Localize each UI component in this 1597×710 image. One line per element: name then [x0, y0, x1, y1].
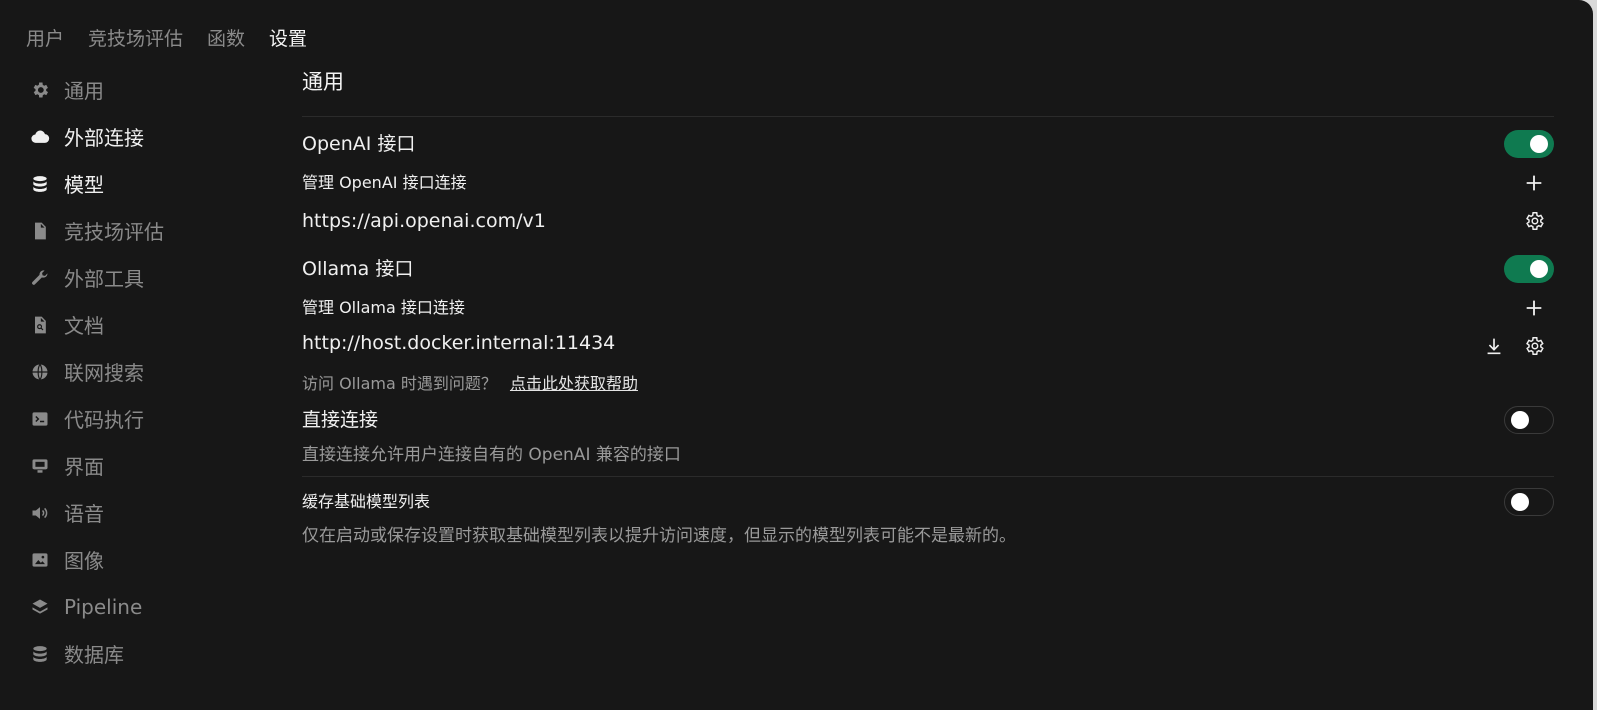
- ollama-url: http://host.docker.internal:11434: [302, 332, 616, 354]
- sidebar-item-general[interactable]: 通用: [30, 66, 260, 113]
- ollama-title: Ollama 接口: [302, 258, 414, 280]
- sidebar-item-tools[interactable]: 外部工具: [30, 254, 260, 301]
- sidebar-item-label: 外部连接: [64, 126, 144, 150]
- sidebar-item-label: Pipeline: [64, 594, 143, 619]
- sidebar-item-label: 数据库: [64, 643, 124, 667]
- sidebar-item-web-search[interactable]: 联网搜索: [30, 348, 260, 395]
- ollama-help-row: 访问 Ollama 时遇到问题？ 点击此处获取帮助: [302, 370, 1554, 393]
- layers-icon: [30, 597, 50, 617]
- plus-icon: [1526, 300, 1542, 316]
- image-icon: [30, 550, 50, 570]
- add-ollama-connection-button[interactable]: [1522, 296, 1546, 320]
- openai-connection-settings-button[interactable]: [1522, 209, 1546, 233]
- direct-connections-title: 直接连接: [302, 409, 379, 431]
- openai-url: https://api.openai.com/v1: [302, 210, 546, 232]
- sidebar-item-interface[interactable]: 界面: [30, 442, 260, 489]
- sidebar-item-label: 通用: [64, 79, 104, 103]
- cache-model-list-title: 缓存基础模型列表: [302, 492, 431, 511]
- gear-icon: [30, 80, 50, 100]
- ollama-section-header: Ollama 接口: [302, 255, 1554, 283]
- sidebar-item-database[interactable]: 数据库: [30, 630, 260, 677]
- sidebar-item-label: 竞技场评估: [64, 220, 164, 244]
- ollama-download-button[interactable]: [1482, 334, 1506, 358]
- terminal-icon: [30, 409, 50, 429]
- direct-connections-desc: 直接连接允许用户连接自有的 OpenAI 兼容的接口: [302, 445, 681, 465]
- sidebar-item-code-exec[interactable]: 代码执行: [30, 395, 260, 442]
- sidebar-item-models[interactable]: 模型: [30, 160, 260, 207]
- sidebar-item-label: 联网搜索: [64, 361, 144, 385]
- sidebar-item-documents[interactable]: 文档: [30, 301, 260, 348]
- settings-panel: 用户 竞技场评估 函数 设置 通用 外部连接 模型 竞技场评估 外部工具 文档 …: [0, 0, 1593, 710]
- sidebar-item-images[interactable]: 图像: [30, 536, 260, 583]
- sidebar-item-arena[interactable]: 竞技场评估: [30, 207, 260, 254]
- toggle-knob: [1511, 411, 1529, 429]
- divider: [302, 476, 1554, 477]
- nav-tab-users[interactable]: 用户: [26, 24, 64, 51]
- ollama-manage-label: 管理 Ollama 接口连接: [302, 298, 465, 317]
- settings-main: 通用: [302, 68, 1554, 96]
- page-title: 通用: [302, 70, 344, 94]
- database-icon: [30, 644, 50, 664]
- divider: [302, 116, 1554, 117]
- sidebar-item-audio[interactable]: 语音: [30, 489, 260, 536]
- nav-tab-functions[interactable]: 函数: [207, 24, 245, 51]
- add-openai-connection-button[interactable]: [1522, 171, 1546, 195]
- settings-sidebar: 通用 外部连接 模型 竞技场评估 外部工具 文档 联网搜索 代码执行 界面 语音…: [30, 66, 260, 677]
- direct-connections-row: 直接连接: [302, 406, 1554, 434]
- toggle-knob: [1530, 260, 1548, 278]
- sidebar-item-label: 模型: [64, 173, 104, 197]
- gear-icon: [1526, 337, 1544, 355]
- openai-section-header: OpenAI 接口: [302, 130, 1554, 158]
- ollama-connection-row: http://host.docker.internal:11434: [302, 330, 1554, 356]
- database-icon: [30, 174, 50, 194]
- direct-connections-desc-row: 直接连接允许用户连接自有的 OpenAI 兼容的接口: [302, 440, 1554, 465]
- sidebar-item-label: 代码执行: [64, 408, 144, 432]
- toggle-knob: [1511, 493, 1529, 511]
- openai-title: OpenAI 接口: [302, 133, 416, 155]
- gear-icon: [1526, 212, 1544, 230]
- wrench-icon: [30, 268, 50, 288]
- toggle-knob: [1530, 135, 1548, 153]
- ollama-connection-settings-button[interactable]: [1522, 334, 1546, 358]
- openai-manage-label: 管理 OpenAI 接口连接: [302, 173, 467, 192]
- nav-tab-settings[interactable]: 设置: [269, 24, 307, 51]
- download-icon: [1487, 338, 1501, 355]
- sidebar-item-pipeline[interactable]: Pipeline: [30, 583, 260, 630]
- sidebar-item-connections[interactable]: 外部连接: [30, 113, 260, 160]
- sidebar-item-label: 外部工具: [64, 267, 144, 291]
- ollama-help-text: 访问 Ollama 时遇到问题？: [302, 374, 497, 393]
- sidebar-item-label: 界面: [64, 455, 104, 479]
- direct-connections-toggle[interactable]: [1504, 406, 1554, 434]
- document-chart-icon: [30, 221, 50, 241]
- openai-toggle[interactable]: [1504, 130, 1554, 158]
- openai-connection-row: https://api.openai.com/v1: [302, 208, 1554, 234]
- cloud-icon: [30, 127, 50, 147]
- cache-model-list-toggle[interactable]: [1504, 488, 1554, 516]
- speaker-icon: [30, 503, 50, 523]
- sidebar-item-label: 语音: [64, 502, 104, 526]
- nav-tab-arena[interactable]: 竞技场评估: [88, 24, 183, 51]
- cache-model-list-desc: 仅在启动或保存设置时获取基础模型列表以提升访问速度，但显示的模型列表可能不是最新…: [302, 526, 1016, 546]
- top-nav: 用户 竞技场评估 函数 设置: [26, 24, 331, 51]
- cache-model-list-row: 缓存基础模型列表: [302, 488, 1554, 516]
- cache-model-list-desc-row: 仅在启动或保存设置时获取基础模型列表以提升访问速度，但显示的模型列表可能不是最新…: [302, 521, 1554, 546]
- ollama-manage-row: 管理 Ollama 接口连接: [302, 295, 1554, 321]
- ollama-toggle[interactable]: [1504, 255, 1554, 283]
- monitor-icon: [30, 456, 50, 476]
- sidebar-item-label: 文档: [64, 314, 104, 338]
- plus-icon: [1526, 175, 1542, 191]
- openai-manage-row: 管理 OpenAI 接口连接: [302, 170, 1554, 196]
- ollama-help-link[interactable]: 点击此处获取帮助: [510, 374, 638, 393]
- globe-icon: [30, 362, 50, 382]
- document-search-icon: [30, 315, 50, 335]
- sidebar-item-label: 图像: [64, 549, 104, 573]
